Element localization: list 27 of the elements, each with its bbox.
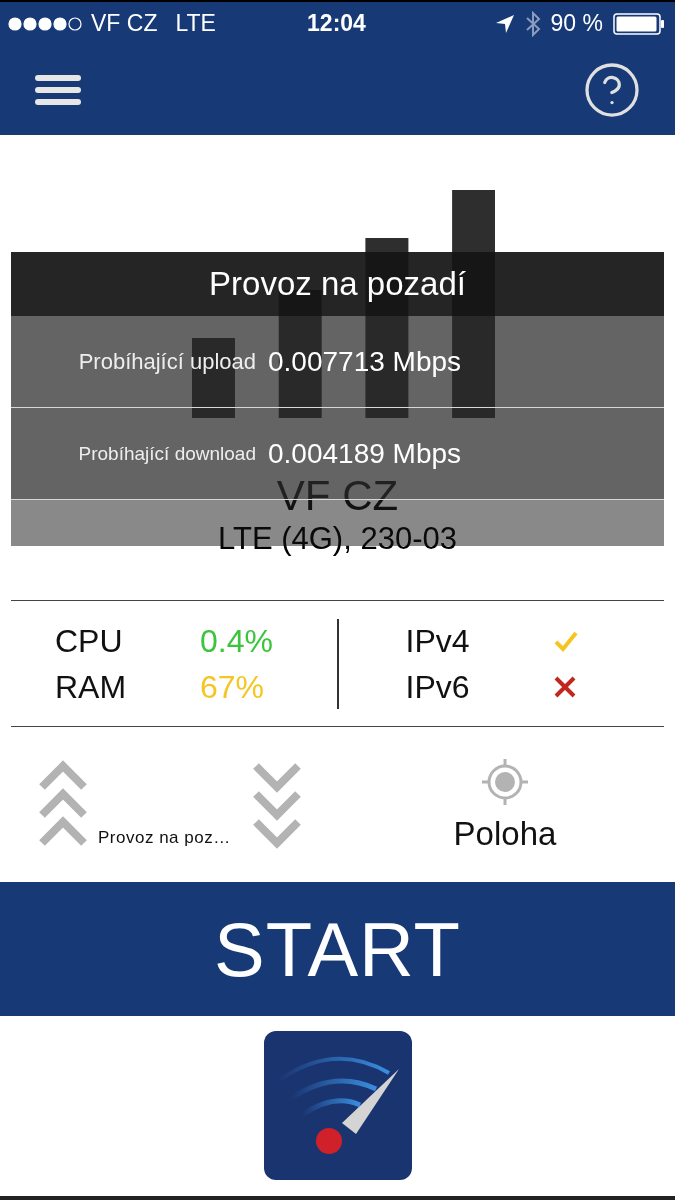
traffic-label: Probíhající download [78,442,257,465]
protocol-label: IPv4 [405,621,471,661]
traffic-value: 0.007713 Mbps [268,345,463,378]
location-arrow-icon [494,13,515,34]
stat-value: 67% [200,667,266,707]
location-target-icon[interactable] [480,756,530,807]
dialog-title: Provoz na pozadí [11,252,664,316]
traffic-value: 0.004189 Mbps [268,437,463,470]
battery-icon [613,12,665,35]
protocol-label: IPv6 [405,667,471,707]
menu-button[interactable] [35,75,81,105]
network-type: LTE [175,10,216,37]
start-button[interactable]: START [0,882,675,1016]
option-label: Poloha [453,814,557,853]
bluetooth-icon [524,10,541,37]
signal-strength-icon [8,16,83,31]
clock: 12:04 [307,10,366,37]
carrier-name: VF CZ [91,10,158,37]
battery-percent: 90 % [550,10,603,37]
menu-icon [35,75,81,105]
help-icon [582,60,642,120]
stat-label: RAM [55,667,128,707]
traffic-label: Probíhající upload [78,348,257,375]
stat-value: 0.4% [200,621,274,661]
help-button[interactable] [582,60,642,120]
stat-label: CPU [55,621,124,661]
option-label: Provoz na poz… [98,827,231,848]
